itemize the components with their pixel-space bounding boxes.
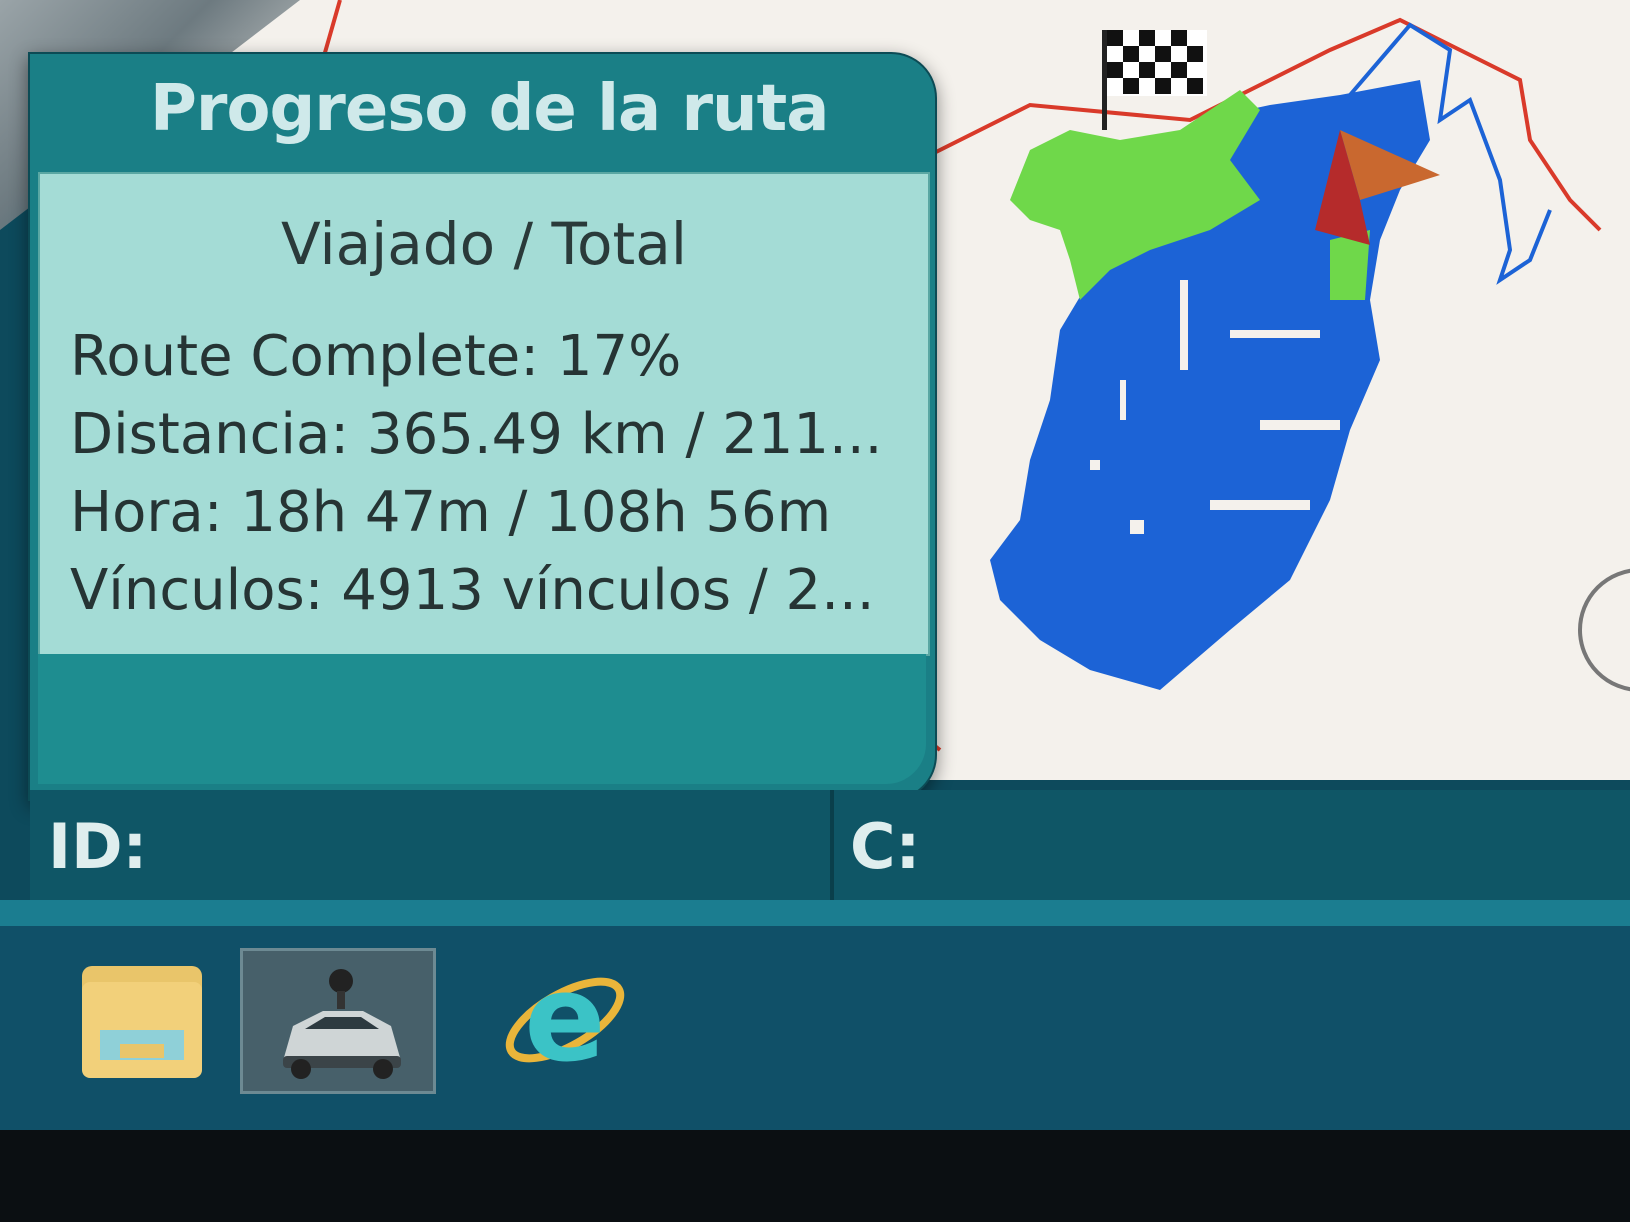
taskbar: e	[0, 926, 1630, 1130]
info-divider	[830, 790, 834, 908]
links-stat: Vínculos: 4913 vínculos / 2...	[70, 558, 875, 623]
route-progress-dialog: Progreso de la ruta Viajado / Total Rout…	[28, 52, 937, 801]
distance-stat: Distancia: 365.49 km / 211...	[70, 402, 883, 467]
time-stat: Hora: 18h 47m / 108h 56m	[70, 480, 832, 545]
dialog-subtitle: Viajado / Total	[281, 210, 687, 278]
taskbar-item-folder[interactable]	[60, 948, 250, 1088]
taskbar-item-browser[interactable]: e	[470, 948, 660, 1089]
internet-explorer-icon: e	[505, 950, 625, 1089]
device-bezel-bottom	[0, 1130, 1630, 1222]
info-bar-edge	[0, 900, 1630, 926]
map-control-icon[interactable]	[1578, 568, 1630, 692]
folder-icon	[82, 966, 202, 1078]
route-complete-stat: Route Complete: 17%	[70, 324, 682, 389]
dialog-title: Progreso de la ruta	[150, 72, 829, 146]
device-screen: Progreso de la ruta Viajado / Total Rout…	[0, 0, 1630, 1130]
id-label: ID:	[48, 810, 148, 883]
info-bar: ID: C:	[30, 790, 1630, 908]
c-label: C:	[850, 810, 921, 883]
dialog-body: Viajado / Total Route Complete: 17% Dist…	[38, 172, 930, 656]
dialog-footer	[38, 654, 926, 784]
taskbar-item-car[interactable]	[240, 948, 436, 1094]
car-icon	[283, 969, 401, 1079]
svg-text:e: e	[524, 950, 605, 1088]
